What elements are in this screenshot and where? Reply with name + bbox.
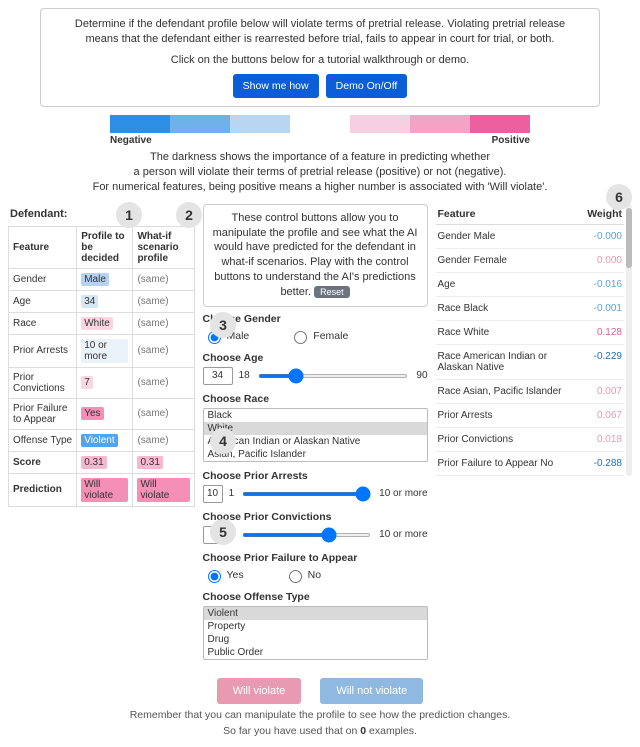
val-fta: Yes [81,407,103,420]
footer-text: Remember that you can manipulate the pro… [8,708,632,740]
legend-neg-label: Negative [110,135,152,146]
table-row: Prediction Will violate Will violate [9,473,195,506]
arrests-slider[interactable] [242,492,371,496]
profile-hdr-feature: Feature [9,226,77,268]
profile-table: Feature Profile to be decided What-if sc… [8,226,195,507]
offense-opt-public[interactable]: Public Order [204,646,427,659]
table-row: Prior Convictions 7 (same) [9,367,195,398]
legend-caption: The darkness shows the importance of a f… [40,150,600,196]
race-opt-api[interactable]: Asian, Pacific Islander [204,448,427,461]
race-control: Choose Race Black White American Indian … [203,393,428,462]
val-arrests: 10 or more [81,339,128,363]
profile-column: Defendant: Feature Profile to be decided… [8,204,195,507]
intro-text-1: Determine if the defendant profile below… [59,17,581,47]
callout-4: 4 [210,428,236,454]
whatif-pred: Will violate [137,478,189,502]
val-offense: Violent [81,434,117,447]
conv-slider[interactable] [242,533,371,537]
fta-control: Choose Prior Failure to Appear Yes No [203,552,428,583]
weight-row: Race American Indian or Alaskan Native-0… [436,345,624,380]
callout-3: 3 [210,312,236,338]
main-columns: 1 2 3 4 5 6 Defendant: Feature Profile t… [8,204,632,668]
intro-text-2: Click on the buttons below for a tutoria… [59,53,581,68]
weights-scrollbar[interactable] [626,204,632,476]
will-not-violate-button[interactable]: Will not violate [320,678,423,704]
demo-toggle-button[interactable]: Demo On/Off [326,74,408,98]
legend-pos-label: Positive [492,135,530,146]
val-pred: Will violate [81,478,128,502]
weight-row: Race White0.128 [436,321,624,345]
profile-hdr-whatif: What-if scenario profile [133,226,194,268]
table-row: Gender Male (same) [9,268,195,290]
val-gender: Male [81,273,109,286]
offense-listbox[interactable]: Violent Property Drug Public Order [203,606,428,660]
val-conv: 7 [81,376,93,389]
weight-row: Prior Convictions0.018 [436,428,624,452]
weights-hdr-feature: Feature [438,208,576,220]
weight-row: Race Black-0.001 [436,297,624,321]
race-listbox[interactable]: Black White American Indian or Alaskan N… [203,408,428,462]
whatif-score: 0.31 [137,456,162,469]
table-row: Race White (same) [9,312,195,334]
will-violate-button[interactable]: Will violate [217,678,302,704]
age-value-box[interactable]: 34 [203,367,233,385]
conv-control: Choose Prior Convictions 7 0 10 or more [203,511,428,544]
gender-female-radio[interactable] [294,331,307,344]
weight-row: Race Asian, Pacific Islander0.007 [436,380,624,404]
legend-labels: Negative Positive [110,135,530,146]
table-row: Offense Type Violent (same) [9,429,195,451]
offense-opt-drug[interactable]: Drug [204,633,427,646]
controls-column: These control buttons allow you to manip… [203,204,428,668]
race-opt-white[interactable]: White [204,422,427,435]
val-race: White [81,317,113,330]
offense-control: Choose Offense Type Violent Property Dru… [203,591,428,660]
reset-button[interactable]: Reset [314,286,350,298]
val-age: 34 [81,295,98,308]
table-row: Age 34 (same) [9,290,195,312]
offense-opt-property[interactable]: Property [204,620,427,633]
gender-control: Choose Gender Male Female [203,313,428,344]
legend-color-bar [110,115,530,133]
age-slider[interactable] [258,374,409,378]
profile-hdr-profile: Profile to be decided [77,226,133,268]
table-row: Prior Failure to Appear Yes (same) [9,398,195,429]
table-row: Score 0.31 0.31 [9,451,195,473]
weight-row: Age-0.016 [436,273,624,297]
intro-panel: Determine if the defendant profile below… [40,8,600,107]
controls-help-panel: These control buttons allow you to manip… [203,204,428,307]
age-control: Choose Age 34 18 90 [203,352,428,385]
arrests-control: Choose Prior Arrests 10 1 10 or more [203,470,428,503]
prediction-buttons: Will violate Will not violate [8,678,632,704]
weight-row: Prior Failure to Appear No-0.288 [436,452,624,476]
defendant-label: Defendant: [10,208,195,220]
weights-column: Feature Weight Gender Male-0.000Gender F… [436,204,632,476]
callout-5: 5 [210,519,236,545]
val-score: 0.31 [81,456,106,469]
fta-no-radio[interactable] [289,570,302,583]
show-me-how-button[interactable]: Show me how [233,74,319,98]
race-opt-aian[interactable]: American Indian or Alaskan Native [204,435,427,448]
race-opt-black[interactable]: Black [204,409,427,422]
fta-yes-radio[interactable] [208,570,221,583]
weight-row: Gender Male-0.000 [436,225,624,249]
callout-6: 6 [606,184,632,210]
table-row: Prior Arrests 10 or more (same) [9,334,195,367]
callout-1: 1 [116,202,142,228]
arrests-value-box[interactable]: 10 [203,485,223,503]
weight-row: Gender Female0.000 [436,249,624,273]
callout-2: 2 [176,202,202,228]
weight-row: Prior Arrests0.067 [436,404,624,428]
offense-opt-violent[interactable]: Violent [204,607,427,620]
